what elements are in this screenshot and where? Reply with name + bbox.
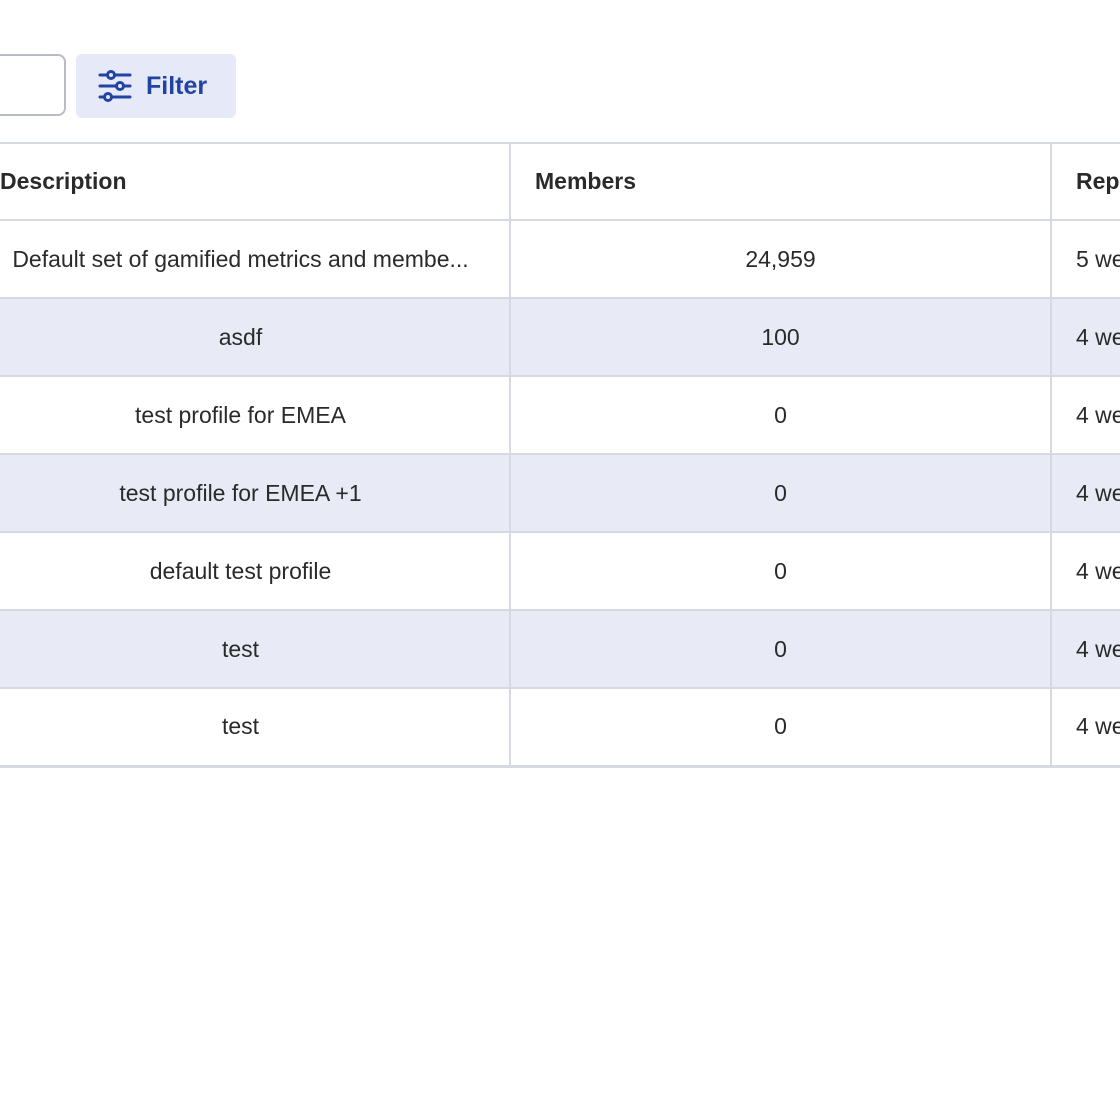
table-header-row: Description Members Rep (0, 143, 1120, 221)
cell-rep: 4 we (1051, 610, 1120, 689)
cell-rep: 4 we (1051, 688, 1120, 768)
cell-description: default test profile (0, 532, 511, 611)
table-row[interactable]: asdf 100 4 we (0, 298, 1120, 377)
cell-members: 0 (510, 532, 1052, 611)
cell-rep: 4 we (1051, 376, 1120, 455)
filter-button-label: Filter (146, 71, 208, 100)
cell-rep: 4 we (1051, 454, 1120, 533)
cell-description: test profile for EMEA +1 (0, 454, 511, 533)
search-input[interactable] (0, 54, 66, 116)
table-row[interactable]: test 0 4 we (0, 688, 1120, 768)
cell-rep: 4 we (1051, 298, 1120, 377)
cell-members: 100 (510, 298, 1052, 377)
cell-members: 0 (510, 376, 1052, 455)
cell-rep: 5 we (1051, 220, 1120, 299)
profiles-table: Description Members Rep Default set of g… (0, 142, 1120, 768)
cell-rep: 4 we (1051, 532, 1120, 611)
filter-button[interactable]: Filter (76, 54, 236, 118)
column-header-rep[interactable]: Rep (1051, 143, 1120, 221)
cell-members: 0 (510, 454, 1052, 533)
column-header-description[interactable]: Description (0, 143, 511, 221)
cell-description: test (0, 688, 511, 768)
cell-description: Default set of gamified metrics and memb… (0, 220, 511, 299)
table-row[interactable]: test profile for EMEA +1 0 4 we (0, 454, 1120, 533)
table-row[interactable]: test profile for EMEA 0 4 we (0, 376, 1120, 455)
sliders-icon (98, 69, 132, 103)
column-header-members[interactable]: Members (510, 143, 1052, 221)
cell-description: test (0, 610, 511, 689)
cell-members: 0 (510, 610, 1052, 689)
table-row[interactable]: default test profile 0 4 we (0, 532, 1120, 611)
cell-members: 0 (510, 688, 1052, 768)
table-row[interactable]: Default set of gamified metrics and memb… (0, 220, 1120, 299)
page: Filter Description Members Rep Default s… (0, 0, 1120, 1120)
cell-members: 24,959 (510, 220, 1052, 299)
table-row[interactable]: test 0 4 we (0, 610, 1120, 689)
cell-description: asdf (0, 298, 511, 377)
cell-description: test profile for EMEA (0, 376, 511, 455)
